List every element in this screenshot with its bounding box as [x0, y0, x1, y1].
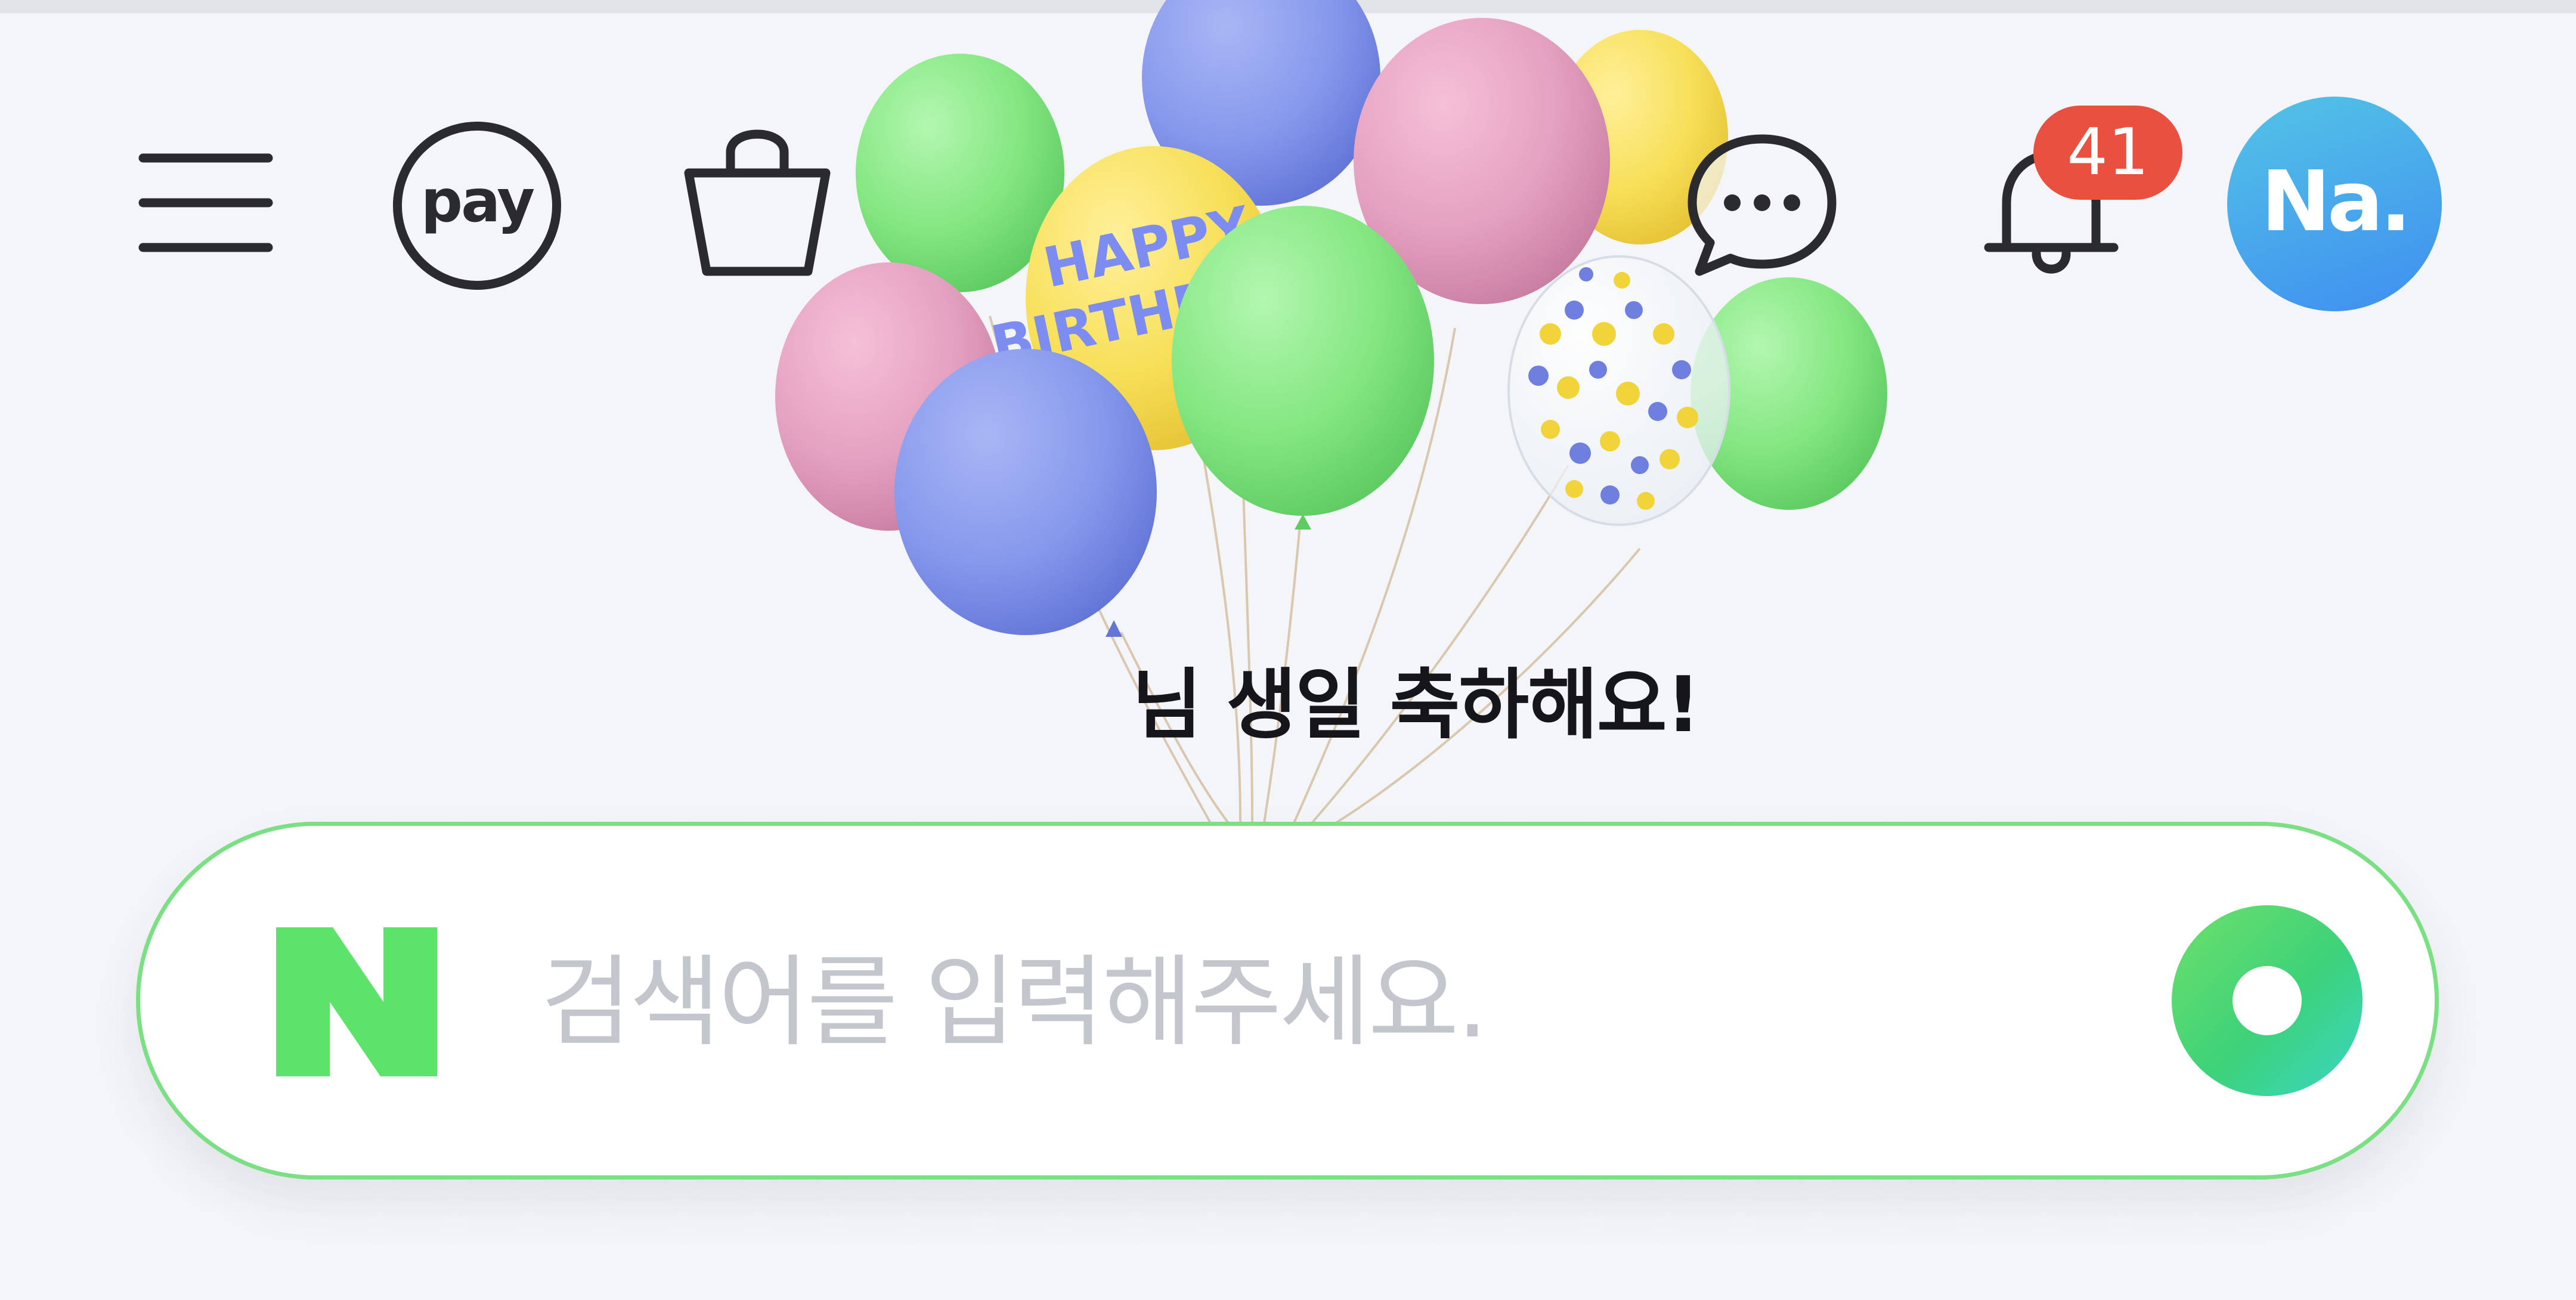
- search-input[interactable]: [540, 915, 2092, 1089]
- notifications-button[interactable]: 41: [1956, 106, 2194, 298]
- pay-icon: pay: [393, 122, 561, 290]
- avatar-circle: Na.: [2227, 97, 2442, 311]
- shopping-button[interactable]: [668, 113, 847, 292]
- naver-pay-button[interactable]: pay: [382, 113, 572, 298]
- notification-count-badge: 41: [2033, 106, 2182, 200]
- pay-label: pay: [420, 168, 535, 236]
- search-bar[interactable]: [136, 822, 2439, 1180]
- avatar-text: Na.: [2261, 153, 2412, 250]
- search-ring-icon: [2233, 966, 2302, 1035]
- birthday-message: 님 생일 축하해요!: [1132, 660, 1701, 750]
- hamburger-menu-button[interactable]: [131, 137, 280, 268]
- shopping-bag-icon: [684, 129, 831, 276]
- hamburger-menu-icon: [138, 153, 273, 252]
- confetti-balloon: [1507, 255, 1730, 526]
- chat-bubble-icon: [1688, 134, 1837, 276]
- naver-n-logo-icon: [276, 927, 437, 1076]
- talk-button[interactable]: [1676, 119, 1849, 292]
- search-button[interactable]: [2172, 905, 2363, 1096]
- profile-avatar[interactable]: Na.: [2227, 97, 2442, 311]
